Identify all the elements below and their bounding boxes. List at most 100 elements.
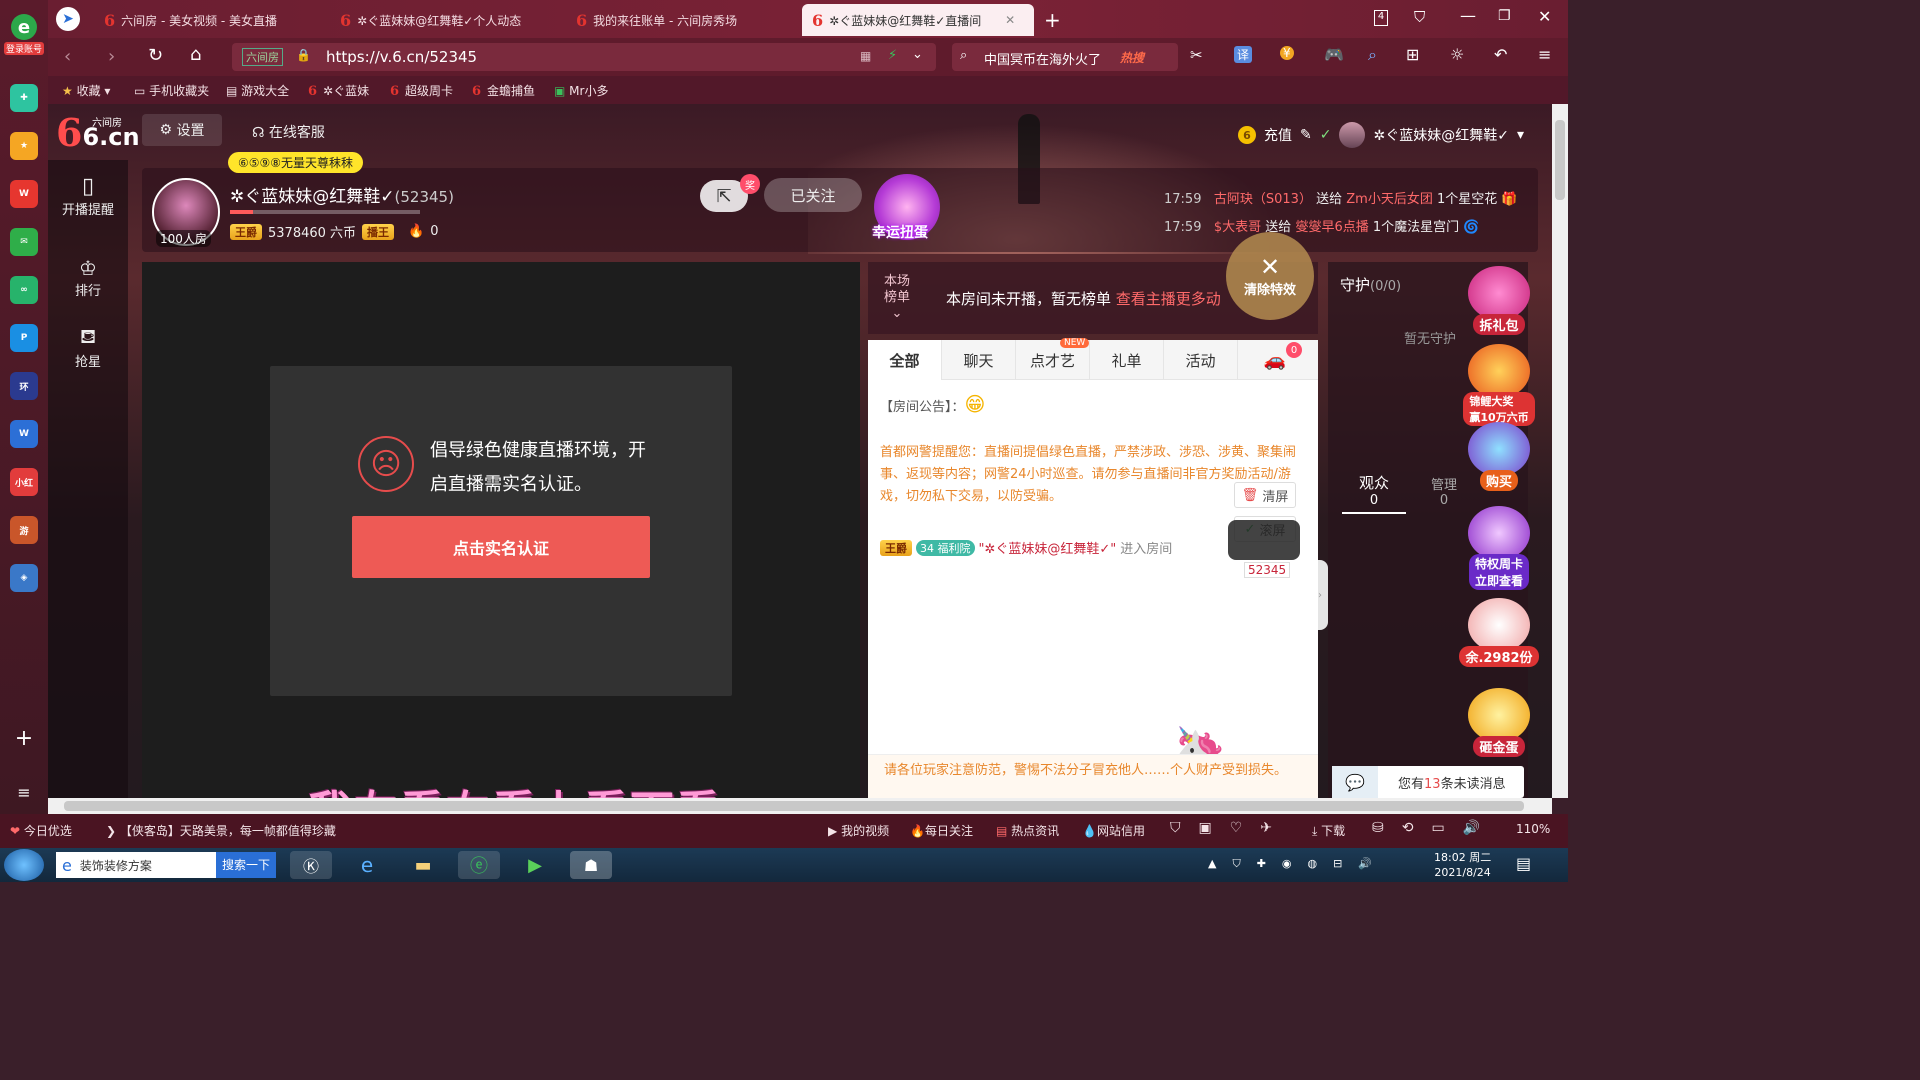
verify-button[interactable]: 点击实名认证 [352,516,650,578]
taskbar-search[interactable]: e 装饰装修方案 搜索一下 [56,852,276,878]
scrollbar-thumb[interactable] [1555,120,1565,200]
clock[interactable]: 18:02 周二 2021/8/24 [1434,850,1491,880]
tab-1[interactable]: 6 六间房 - 美女视频 - 美女直播 [94,4,326,36]
status-credit[interactable]: 💧网站信用 [1082,822,1145,839]
mail-icon[interactable]: ✉ [10,228,38,256]
bookmark-games[interactable]: ▤ 游戏大全 [226,82,289,99]
zoom-level[interactable]: 110% [1516,822,1550,836]
promo-gift-pack[interactable]: 拆礼包 [1460,266,1538,335]
bookmark-weekcard[interactable]: 6 超级周卡 [390,82,453,99]
gamepad-icon[interactable]: 🎮 [1324,45,1344,64]
undo-icon[interactable]: ↶ [1494,45,1507,64]
plus-app-icon[interactable]: ✚ [10,84,38,112]
gift-sender[interactable]: $大表哥 [1214,220,1261,235]
user-avatar[interactable] [1339,122,1366,148]
home-icon[interactable]: ⌂ [190,44,201,65]
link-icon[interactable]: ∞ [10,276,38,304]
scissors-icon[interactable]: ✂ [1190,46,1203,64]
tab-count-icon[interactable]: 4 [1374,10,1388,26]
clear-screen-button[interactable]: 🗑 清屏 [1234,482,1296,508]
tab-gifts[interactable]: 礼单 [1090,340,1164,380]
enter-user-name[interactable]: "✲ぐ蓝妹妹@红舞鞋✓" [979,538,1117,557]
search-text[interactable]: 中国冥币在海外火了 [984,49,1101,68]
bookmark-mobile[interactable]: ▭ 手机收藏夹 [134,82,209,99]
leftnav-grab-star[interactable]: ⛾ 抢星 [48,324,128,370]
check-icon[interactable]: ✓ [1320,127,1332,143]
horizontal-scrollbar[interactable] [48,798,1552,814]
refresh-icon[interactable]: ↻ [148,45,163,66]
minimize-icon[interactable]: — [1460,6,1476,25]
game2-icon[interactable]: ◈ [10,564,38,592]
url-field[interactable]: 六间房 🔒 https://v.6.cn/52345 ▦ ⚡ ⌄ [232,43,936,71]
taskbar-search-button[interactable]: 搜索一下 [215,852,276,878]
tab-2[interactable]: 6 ✲ぐ蓝妹妹@红舞鞋✓个人动态 [330,4,562,36]
leftnav-live-reminder[interactable]: ▯ 开播提醒 [48,174,128,218]
bolt-icon[interactable]: ⚡ [888,48,897,63]
promo-buy[interactable]: 购买 [1460,422,1538,491]
status-tools[interactable]: ⛁⟲▭🔊 [1372,820,1498,836]
game-icon[interactable]: 游 [10,516,38,544]
bookmark-mr[interactable]: ▣ Mr小多 [554,82,608,99]
collapse-handle[interactable]: › [1318,560,1328,630]
tab-4-active[interactable]: 6 ✲ぐ蓝妹妹@红舞鞋✓直播间 ✕ [802,4,1034,36]
login-label[interactable]: 登录账号 [4,42,44,55]
brightness-icon[interactable]: ☼ [1450,45,1464,64]
status-icons[interactable]: ⛉▣♡✈ [1170,820,1290,836]
star-icon[interactable]: ★ [10,132,38,160]
word-icon[interactable]: W [10,420,38,448]
scrollbar-thumb[interactable] [64,801,1524,811]
status-my-video[interactable]: ▶ 我的视频 [828,822,889,839]
gift-receiver[interactable]: 燮燮早6点播 [1295,220,1368,235]
menu-icon[interactable]: ≡ [1538,45,1551,64]
status-daily[interactable]: 🔥每日关注 [910,822,973,839]
browser-app-icon[interactable]: ⓔ [458,851,500,879]
translate-icon[interactable]: 译 [1234,46,1253,63]
qr-icon[interactable]: ▦ [860,49,871,63]
bookmark-room[interactable]: 6 ✲ぐ蓝妹 [308,82,369,99]
close-tab-icon[interactable]: ✕ [1005,13,1015,27]
xiaohongshu-icon[interactable]: 小红 [10,468,38,496]
chevron-down-icon[interactable]: ▾ [1517,127,1524,143]
kugou-app-icon[interactable]: Ⓚ [290,851,332,879]
tray-icons[interactable]: ▲⛉✚◉◍⊟🔊 [1208,857,1388,871]
chevron-down-icon[interactable]: ⌄ [912,47,923,62]
gift-sender[interactable]: 古阿玦（S013） [1214,192,1312,207]
promo-koi[interactable]: 锦鲤大奖 赢10万六币 [1460,344,1538,426]
bookmark-favorites[interactable]: ★ 收藏 ▾ [62,82,110,99]
promo-golden-egg[interactable]: 砸金蛋 [1460,688,1538,757]
user-name[interactable]: ✲ぐ蓝妹妹@红舞鞋✓ [1373,125,1508,145]
close-window-icon[interactable]: ✕ [1538,7,1551,26]
status-news[interactable]: ▤ 热点资讯 [996,822,1059,839]
player-app-icon[interactable]: ▶ [514,851,556,879]
unread-messages[interactable]: 💬 您有13条未读消息 [1332,766,1524,798]
notification-icon[interactable]: ▤ [1516,854,1531,873]
promo-privilege-card[interactable]: 特权周卡 立即查看 [1460,506,1538,590]
lucky-egg-label[interactable]: 幸运扭蛋 [872,222,928,242]
restore-icon[interactable]: ❐ [1498,8,1511,24]
shirt-icon[interactable]: ⛉ [1414,8,1425,26]
menu-icon[interactable]: ≡ [10,778,38,806]
audience-tab[interactable]: 观众 0 [1342,472,1406,514]
recharge-link[interactable]: 充值 [1264,125,1292,145]
tab-activity[interactable]: 活动 [1164,340,1238,380]
edit-icon[interactable]: ✎ [1300,127,1312,143]
back-icon[interactable]: ‹ [64,46,71,67]
today-picks[interactable]: ❤ 今日优选 [10,822,72,839]
headline[interactable]: ❯ 【侠客岛】天路美景，每一帧都值得珍藏 [106,822,336,839]
gift-receiver[interactable]: Zm小天后女团 [1346,192,1433,207]
clear-effects-button[interactable]: ✕ 清除特效 [1226,232,1314,320]
add-icon[interactable]: + [10,724,38,752]
tab-chat[interactable]: 聊天 [942,340,1016,380]
rank-toggle[interactable]: 本场 榜单 ⌄ [884,274,910,322]
search-box[interactable]: ⌕ 中国冥币在海外火了 热搜 [952,43,1178,71]
coin-icon[interactable]: ¥ [1280,46,1294,60]
forward-icon[interactable]: › [108,46,115,67]
taskbar-search-text[interactable]: 装饰装修方案 [80,857,152,874]
vertical-scrollbar[interactable] [1552,104,1568,798]
grid-icon[interactable]: ⊞ [1406,45,1419,64]
browser-logo[interactable]: e 登录账号 [4,14,44,58]
leftnav-rank[interactable]: ♔ 排行 [48,256,128,299]
promo-lucky-cat[interactable]: 余.2982份 [1459,598,1539,667]
bookmark-fish[interactable]: 6 金蟾捕鱼 [472,82,535,99]
start-button[interactable] [4,849,44,881]
